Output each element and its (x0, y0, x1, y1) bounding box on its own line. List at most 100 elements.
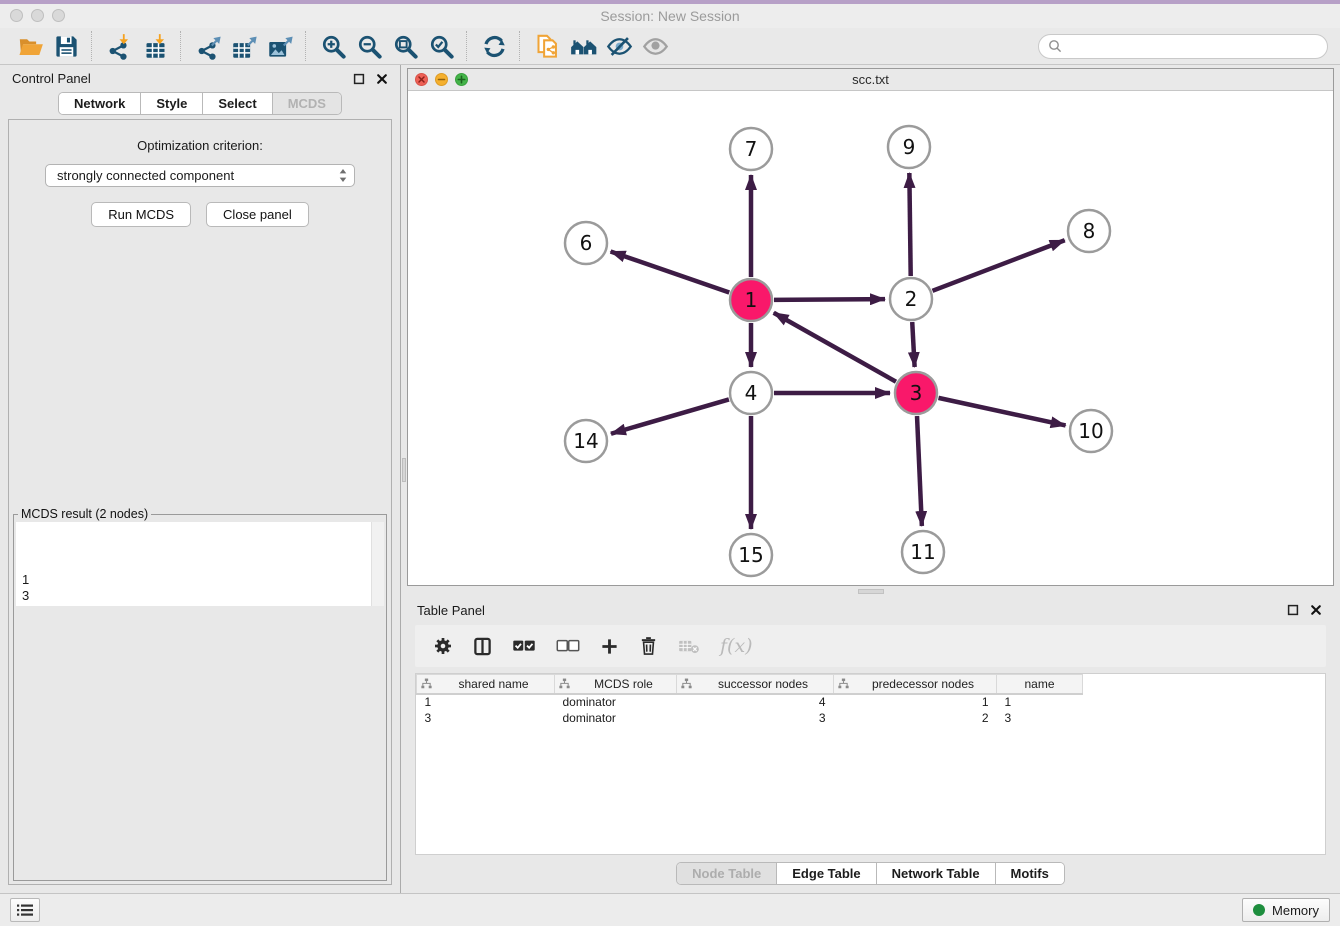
save-session-button[interactable] (48, 30, 84, 62)
zoom-in-icon (320, 33, 347, 60)
function-builder-button[interactable]: f(x) (720, 635, 753, 657)
node-3[interactable]: 3 (895, 372, 937, 414)
select-all-columns-button[interactable] (512, 639, 536, 654)
tab-select[interactable]: Select (203, 93, 272, 114)
vertical-splitter[interactable] (400, 65, 407, 893)
criterion-selected-value: strongly connected component (57, 168, 234, 183)
cell[interactable]: dominator (555, 710, 677, 726)
close-table-panel-icon[interactable] (1310, 604, 1322, 616)
network-graph[interactable]: 7 9 6 8 1 2 4 3 14 10 15 11 (408, 91, 1333, 585)
cell[interactable]: 3 (677, 710, 834, 726)
svg-text:6: 6 (580, 231, 593, 255)
column-header-successor-nodes[interactable]: successor nodes (677, 675, 834, 694)
criterion-select[interactable]: strongly connected component (45, 164, 355, 187)
tab-motifs[interactable]: Motifs (996, 863, 1064, 884)
zoom-in-button[interactable] (315, 30, 351, 62)
run-mcds-button[interactable]: Run MCDS (91, 202, 191, 227)
cell[interactable]: 1 (417, 694, 555, 710)
edge-2-8[interactable] (932, 240, 1064, 291)
tab-network-table[interactable]: Network Table (877, 863, 996, 884)
memory-button[interactable]: Memory (1242, 898, 1330, 922)
network-window-title: scc.txt (408, 72, 1333, 87)
zoom-window-button[interactable] (52, 9, 65, 22)
delete-column-button[interactable] (639, 636, 658, 656)
columns-mode-button[interactable] (473, 637, 492, 656)
node-6[interactable]: 6 (565, 222, 607, 264)
edge-3-11[interactable] (917, 416, 922, 526)
node-table: shared name MCDS rolesuccessor nodesprede… (416, 674, 1083, 726)
minimize-window-button[interactable] (31, 9, 44, 22)
edge-4-14[interactable] (611, 399, 729, 433)
zoom-selected-button[interactable] (423, 30, 459, 62)
network-overview-button[interactable] (565, 30, 601, 62)
export-network-button[interactable] (190, 30, 226, 62)
node-7[interactable]: 7 (730, 128, 772, 170)
hide-selected-button[interactable] (601, 30, 637, 62)
deselect-all-columns-button[interactable] (556, 639, 580, 654)
close-panel-icon[interactable] (376, 73, 388, 85)
add-column-button[interactable] (600, 637, 619, 656)
close-panel-button[interactable]: Close panel (206, 202, 309, 227)
tab-mcds[interactable]: MCDS (273, 93, 341, 114)
node-10[interactable]: 10 (1070, 410, 1112, 452)
network-canvas[interactable]: 7 9 6 8 1 2 4 3 14 10 15 11 (408, 91, 1333, 585)
open-session-button[interactable] (12, 30, 48, 62)
edge-2-9[interactable] (909, 173, 910, 276)
cell[interactable]: 2 (834, 710, 997, 726)
app-titlebar: Session: New Session (0, 4, 1340, 28)
tab-node-table[interactable]: Node Table (677, 863, 777, 884)
cell[interactable]: 3 (997, 710, 1083, 726)
tab-edge-table[interactable]: Edge Table (777, 863, 876, 884)
table-row[interactable]: 3dominator323 (417, 710, 1083, 726)
node-8[interactable]: 8 (1068, 210, 1110, 252)
table-row[interactable]: 1dominator411 (417, 694, 1083, 710)
node-14[interactable]: 14 (565, 420, 607, 462)
cell[interactable]: 1 (834, 694, 997, 710)
clone-network-button[interactable] (529, 30, 565, 62)
horizontal-splitter[interactable] (407, 586, 1334, 598)
node-9[interactable]: 9 (888, 126, 930, 168)
tab-network[interactable]: Network (59, 93, 141, 114)
show-all-button[interactable] (637, 30, 673, 62)
import-table-button[interactable] (137, 30, 173, 62)
zoom-fit-button[interactable] (387, 30, 423, 62)
column-header-mcds-role[interactable]: MCDS role (555, 675, 677, 694)
cell[interactable]: 3 (417, 710, 555, 726)
zoom-out-button[interactable] (351, 30, 387, 62)
svg-text:1: 1 (745, 288, 758, 312)
close-window-button[interactable] (10, 9, 23, 22)
float-table-panel-icon[interactable] (1287, 604, 1299, 616)
edge-3-10[interactable] (938, 398, 1065, 426)
node-11[interactable]: 11 (902, 531, 944, 573)
node-4[interactable]: 4 (730, 372, 772, 414)
search-input[interactable] (1068, 38, 1318, 55)
apply-layout-button[interactable] (476, 30, 512, 62)
vertical-splitter-handle[interactable] (402, 458, 406, 482)
cell[interactable]: 1 (997, 694, 1083, 710)
column-header-predecessor-nodes[interactable]: predecessor nodes (834, 675, 997, 694)
column-label: shared name (437, 677, 550, 691)
edge-2-3[interactable] (912, 322, 914, 367)
import-network-button[interactable] (101, 30, 137, 62)
edge-1-6[interactable] (611, 251, 730, 292)
column-header-name[interactable]: name (997, 675, 1083, 694)
delete-table-button[interactable] (678, 639, 700, 654)
cell[interactable]: 4 (677, 694, 834, 710)
edge-1-2[interactable] (774, 299, 885, 300)
search-field[interactable] (1038, 34, 1328, 59)
task-list-icon (16, 903, 34, 917)
float-panel-icon[interactable] (353, 73, 365, 85)
node-2[interactable]: 2 (890, 278, 932, 320)
column-header-shared-name[interactable]: shared name (417, 675, 555, 694)
tab-style[interactable]: Style (141, 93, 203, 114)
export-table-button[interactable] (226, 30, 262, 62)
export-image-button[interactable] (262, 30, 298, 62)
node-1[interactable]: 1 (730, 279, 772, 321)
table-settings-button[interactable] (433, 636, 453, 656)
result-scrollbar[interactable] (371, 522, 384, 606)
cell[interactable]: dominator (555, 694, 677, 710)
horizontal-splitter-handle[interactable] (858, 589, 884, 594)
node-15[interactable]: 15 (730, 534, 772, 576)
task-history-button[interactable] (10, 898, 40, 922)
edge-3-1[interactable] (774, 313, 896, 382)
